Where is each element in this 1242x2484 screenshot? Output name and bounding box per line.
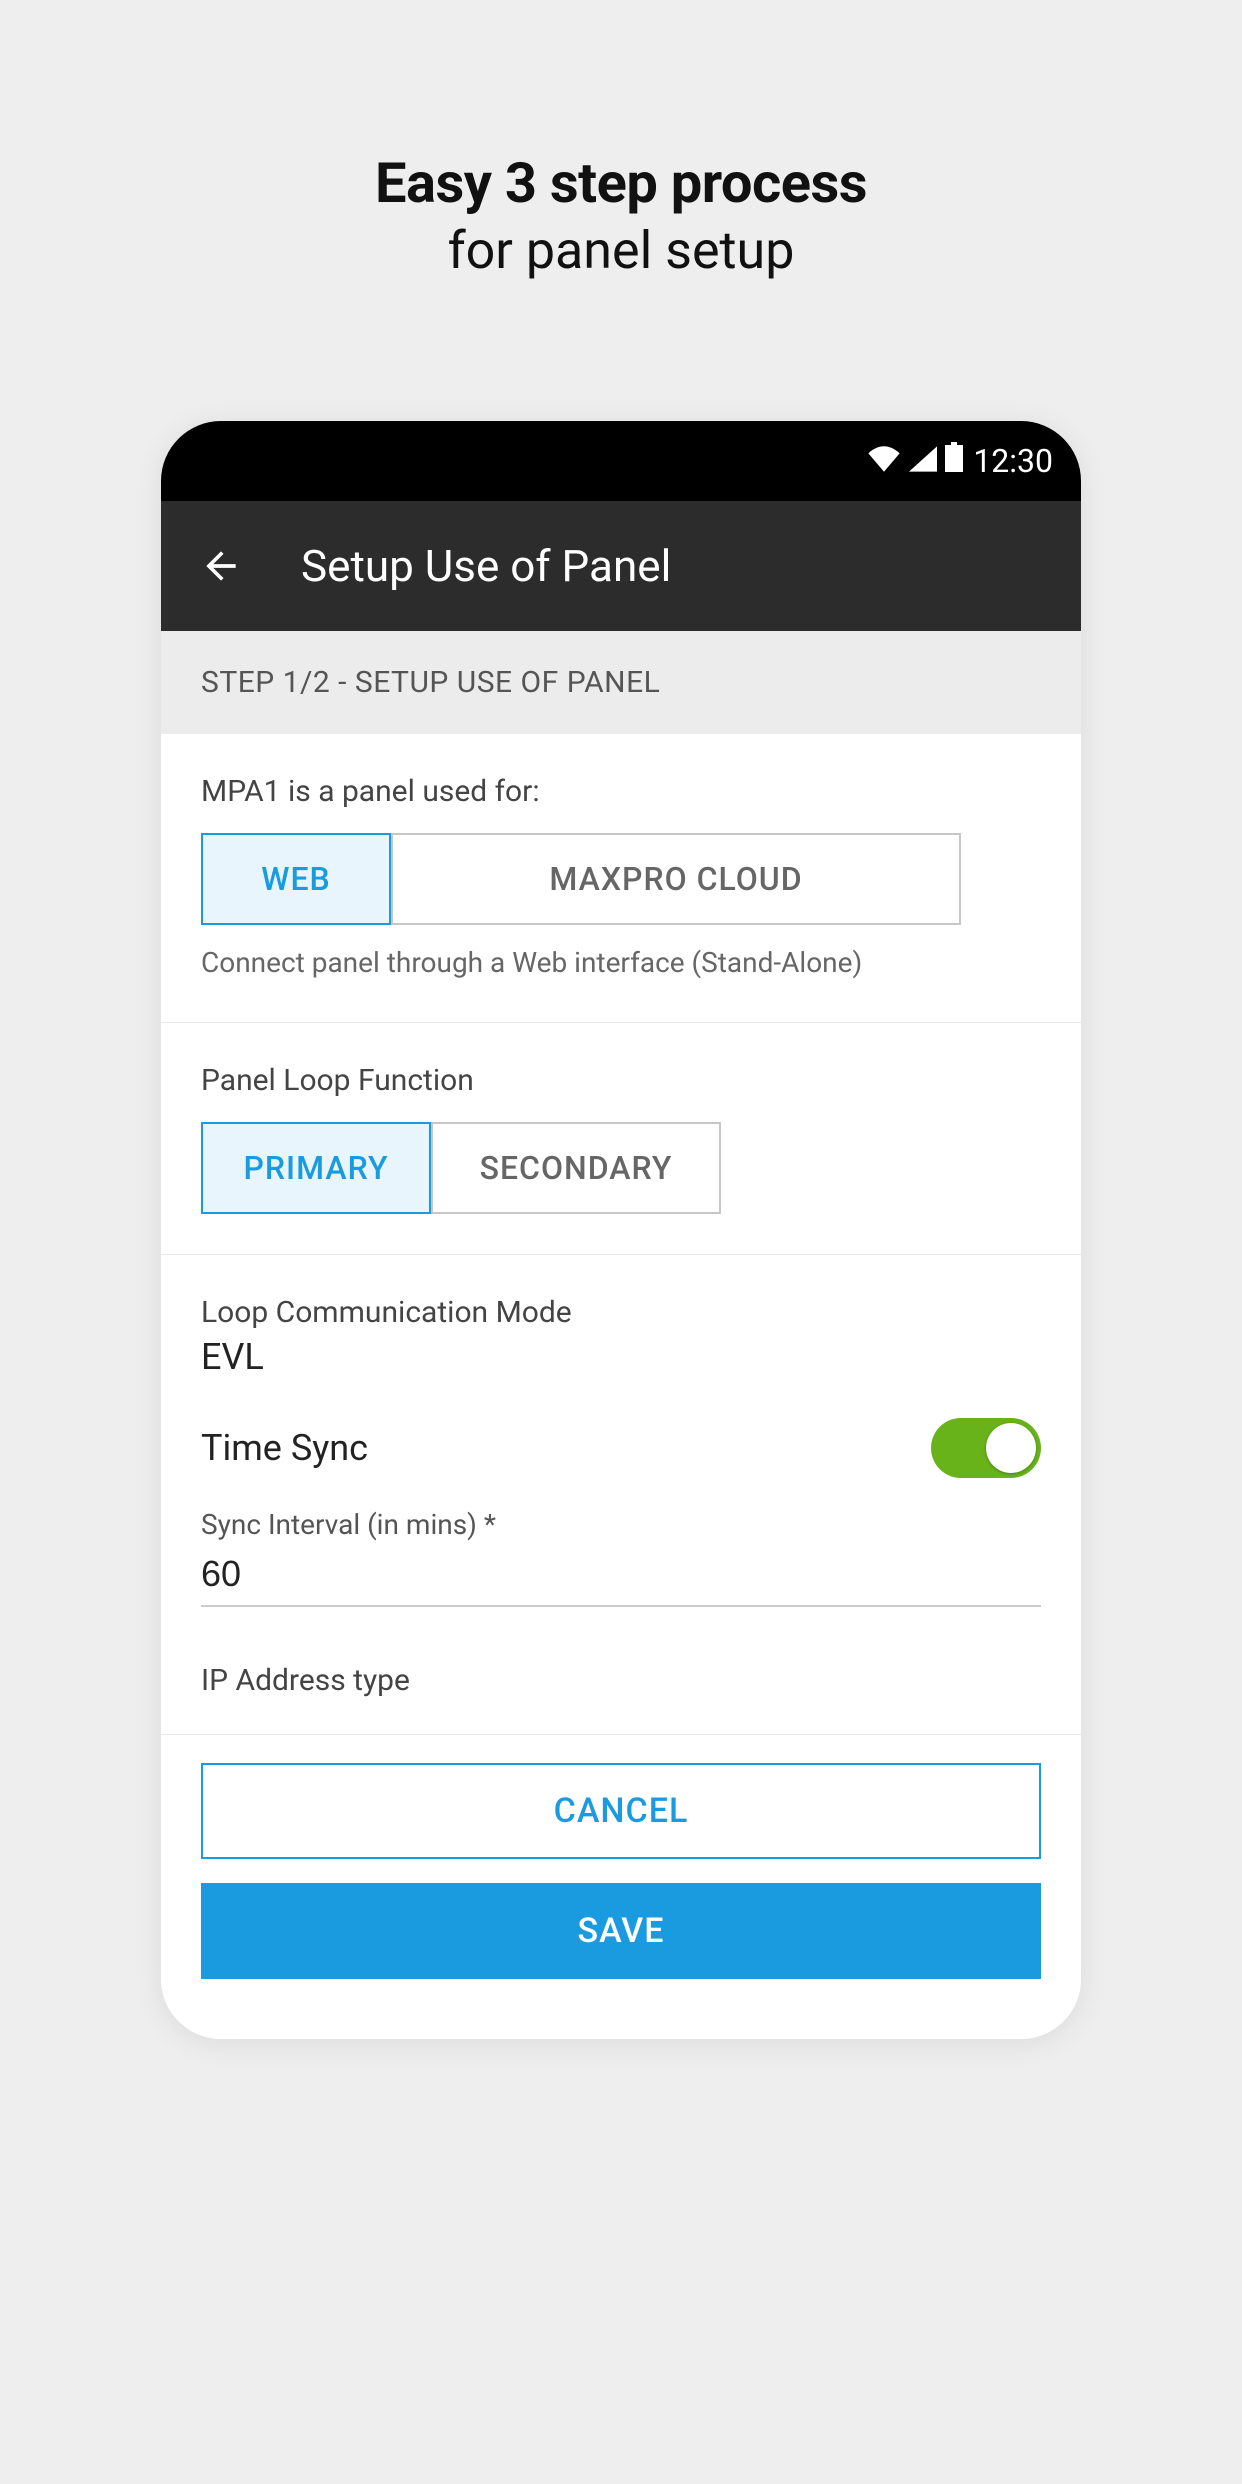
toggle-knob bbox=[986, 1423, 1036, 1473]
loop-function-label: Panel Loop Function bbox=[201, 1063, 1041, 1098]
sync-interval-label: Sync Interval (in mins) * bbox=[201, 1508, 1041, 1541]
time-sync-row: Time Sync bbox=[161, 1398, 1081, 1498]
device-frame: 12:30 Setup Use of Panel STEP 1/2 - SETU… bbox=[161, 421, 1081, 2039]
status-icons bbox=[867, 442, 963, 480]
loop-function-option-primary[interactable]: PRIMARY bbox=[201, 1122, 431, 1214]
status-time: 12:30 bbox=[973, 442, 1053, 480]
signal-icon bbox=[909, 442, 937, 480]
panel-use-label: MPA1 is a panel used for: bbox=[201, 774, 1041, 809]
loop-comm-row: Loop Communication Mode EVL bbox=[161, 1255, 1081, 1398]
app-bar: Setup Use of Panel bbox=[161, 501, 1081, 631]
panel-use-option-web[interactable]: WEB bbox=[201, 833, 391, 925]
sync-interval-field: Sync Interval (in mins) * bbox=[161, 1498, 1081, 1637]
action-area: CANCEL SAVE bbox=[161, 1734, 1081, 2039]
time-sync-label: Time Sync bbox=[201, 1427, 368, 1469]
settings-section: Loop Communication Mode EVL Time Sync Sy… bbox=[161, 1255, 1081, 1734]
sync-interval-input[interactable] bbox=[201, 1547, 1041, 1607]
panel-use-hint: Connect panel through a Web interface (S… bbox=[201, 943, 1041, 982]
arrow-left-icon bbox=[199, 544, 243, 588]
ip-address-type-label: IP Address type bbox=[201, 1663, 1041, 1698]
loop-function-segment: PRIMARY SECONDARY bbox=[201, 1122, 1041, 1214]
loop-comm-value: EVL bbox=[201, 1336, 1041, 1378]
time-sync-toggle[interactable] bbox=[931, 1418, 1041, 1478]
step-header: STEP 1/2 - SETUP USE OF PANEL bbox=[161, 631, 1081, 734]
promo-line1: Easy 3 step process bbox=[0, 150, 1242, 216]
loop-function-section: Panel Loop Function PRIMARY SECONDARY bbox=[161, 1023, 1081, 1255]
panel-use-option-maxpro[interactable]: MAXPRO CLOUD bbox=[391, 833, 961, 925]
cancel-button[interactable]: CANCEL bbox=[201, 1763, 1041, 1859]
status-bar: 12:30 bbox=[161, 421, 1081, 501]
panel-use-segment: WEB MAXPRO CLOUD bbox=[201, 833, 1041, 925]
ip-address-type-row: IP Address type bbox=[161, 1637, 1081, 1734]
app-bar-title: Setup Use of Panel bbox=[301, 540, 671, 592]
promo-line2: for panel setup bbox=[0, 220, 1242, 281]
save-button[interactable]: SAVE bbox=[201, 1883, 1041, 1979]
battery-icon bbox=[945, 442, 963, 480]
panel-use-section: MPA1 is a panel used for: WEB MAXPRO CLO… bbox=[161, 734, 1081, 1023]
loop-function-option-secondary[interactable]: SECONDARY bbox=[431, 1122, 721, 1214]
back-button[interactable] bbox=[191, 536, 251, 596]
loop-comm-label: Loop Communication Mode bbox=[201, 1295, 1041, 1330]
promo-header: Easy 3 step process for panel setup bbox=[0, 0, 1242, 341]
wifi-icon bbox=[867, 442, 901, 480]
